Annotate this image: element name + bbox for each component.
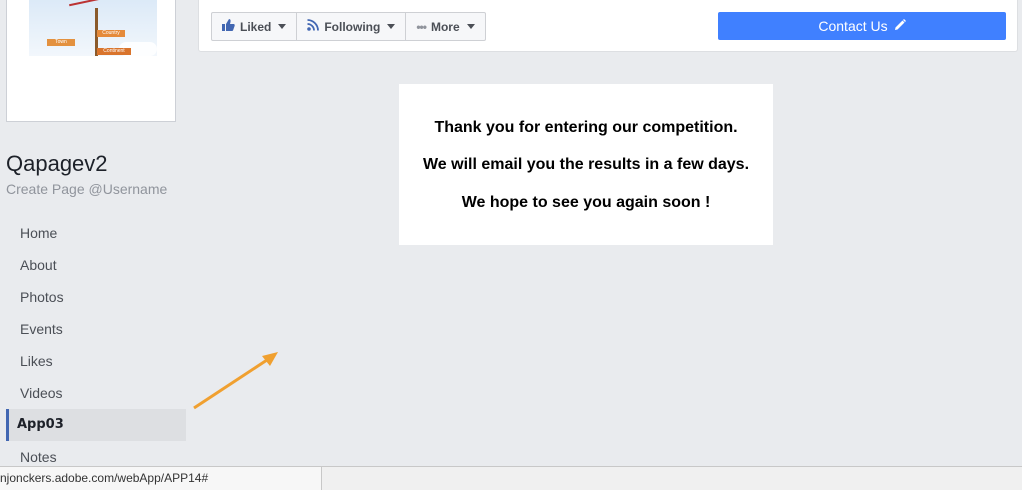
rss-icon <box>307 19 320 34</box>
nav-item-videos[interactable]: Videos <box>6 377 186 409</box>
dots-icon: ••• <box>416 19 427 34</box>
nav-item-about[interactable]: About <box>6 249 186 281</box>
page-nav: Home About Photos Events Likes Videos Ap… <box>6 217 186 473</box>
profile-picture[interactable]: Country Town Continent <box>6 0 176 122</box>
chevron-down-icon <box>387 24 396 29</box>
message-line-1: Thank you for entering our competition. <box>434 119 738 136</box>
airplane-trail <box>69 0 129 11</box>
following-button[interactable]: Following <box>297 13 407 40</box>
more-button[interactable]: ••• More <box>406 13 484 40</box>
profile-image: Country Town Continent <box>29 0 157 56</box>
status-url: njonckers.adobe.com/webApp/APP14# <box>0 467 322 490</box>
liked-label: Liked <box>240 19 272 34</box>
more-label: More <box>430 19 460 34</box>
contact-us-button[interactable]: Contact Us <box>718 12 1006 40</box>
pencil-icon <box>894 18 906 34</box>
nav-item-app03[interactable]: App03 <box>6 409 186 441</box>
nav-item-likes[interactable]: Likes <box>6 345 186 377</box>
sign-country: Country <box>97 30 125 37</box>
create-username-link[interactable]: Create Page @Username <box>6 181 167 197</box>
nav-item-events[interactable]: Events <box>6 313 186 345</box>
sign-continent: Continent <box>97 48 131 55</box>
action-button-group: Liked Following ••• More <box>211 12 486 41</box>
page-action-bar: Liked Following ••• More Contact Us <box>198 0 1018 52</box>
browser-status-bar: njonckers.adobe.com/webApp/APP14# <box>0 466 1022 490</box>
sign-town: Town <box>47 39 75 46</box>
thumbs-up-icon <box>222 19 235 34</box>
page-title[interactable]: Qapagev2 <box>6 151 108 177</box>
message-line-3: We hope to see you again soon ! <box>461 194 711 211</box>
message-line-2: We will email you the results in a few d… <box>422 156 750 173</box>
chevron-down-icon <box>466 24 475 29</box>
nav-item-home[interactable]: Home <box>6 217 186 249</box>
chevron-down-icon <box>278 24 287 29</box>
annotation-arrow-icon <box>193 352 278 410</box>
nav-item-photos[interactable]: Photos <box>6 281 186 313</box>
following-label: Following <box>324 19 381 34</box>
liked-button[interactable]: Liked <box>212 13 298 40</box>
contact-us-label: Contact Us <box>818 18 888 34</box>
confirmation-message-card: Thank you for entering our competition. … <box>399 84 773 245</box>
